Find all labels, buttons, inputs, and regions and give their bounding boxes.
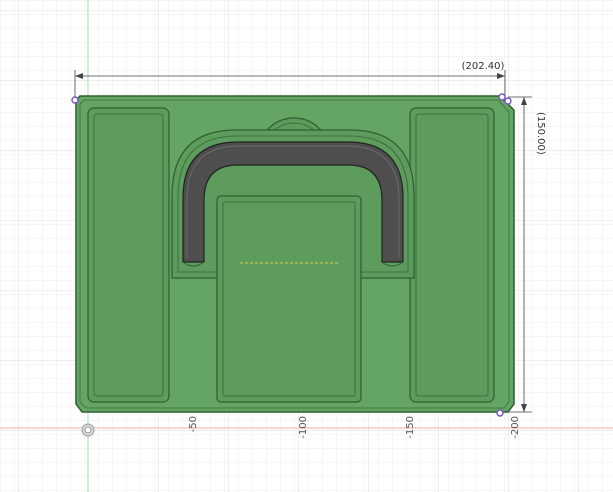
axis-tick-label: -200 bbox=[510, 416, 521, 439]
vertex-marker-top-right-inner[interactable] bbox=[504, 97, 512, 105]
vertex-marker-top-left[interactable] bbox=[71, 96, 79, 104]
height-dimension-label: (150.00) bbox=[535, 112, 546, 155]
vertex-marker-bottom-right[interactable] bbox=[496, 409, 504, 417]
axis-tick-label: -150 bbox=[405, 416, 416, 439]
width-dimension-label: (202.40) bbox=[462, 61, 505, 72]
cad-viewport[interactable]: (202.40) (150.00) -50 -100 -150 -200 bbox=[0, 0, 613, 492]
center-pocket[interactable] bbox=[216, 195, 362, 403]
axis-tick-label: -100 bbox=[298, 416, 309, 439]
origin-marker-icon[interactable] bbox=[81, 423, 95, 437]
right-pocket[interactable] bbox=[409, 107, 495, 403]
axis-tick-label: -50 bbox=[188, 416, 199, 432]
left-pocket[interactable] bbox=[87, 107, 170, 403]
vertex-marker-top-right[interactable] bbox=[498, 93, 506, 101]
